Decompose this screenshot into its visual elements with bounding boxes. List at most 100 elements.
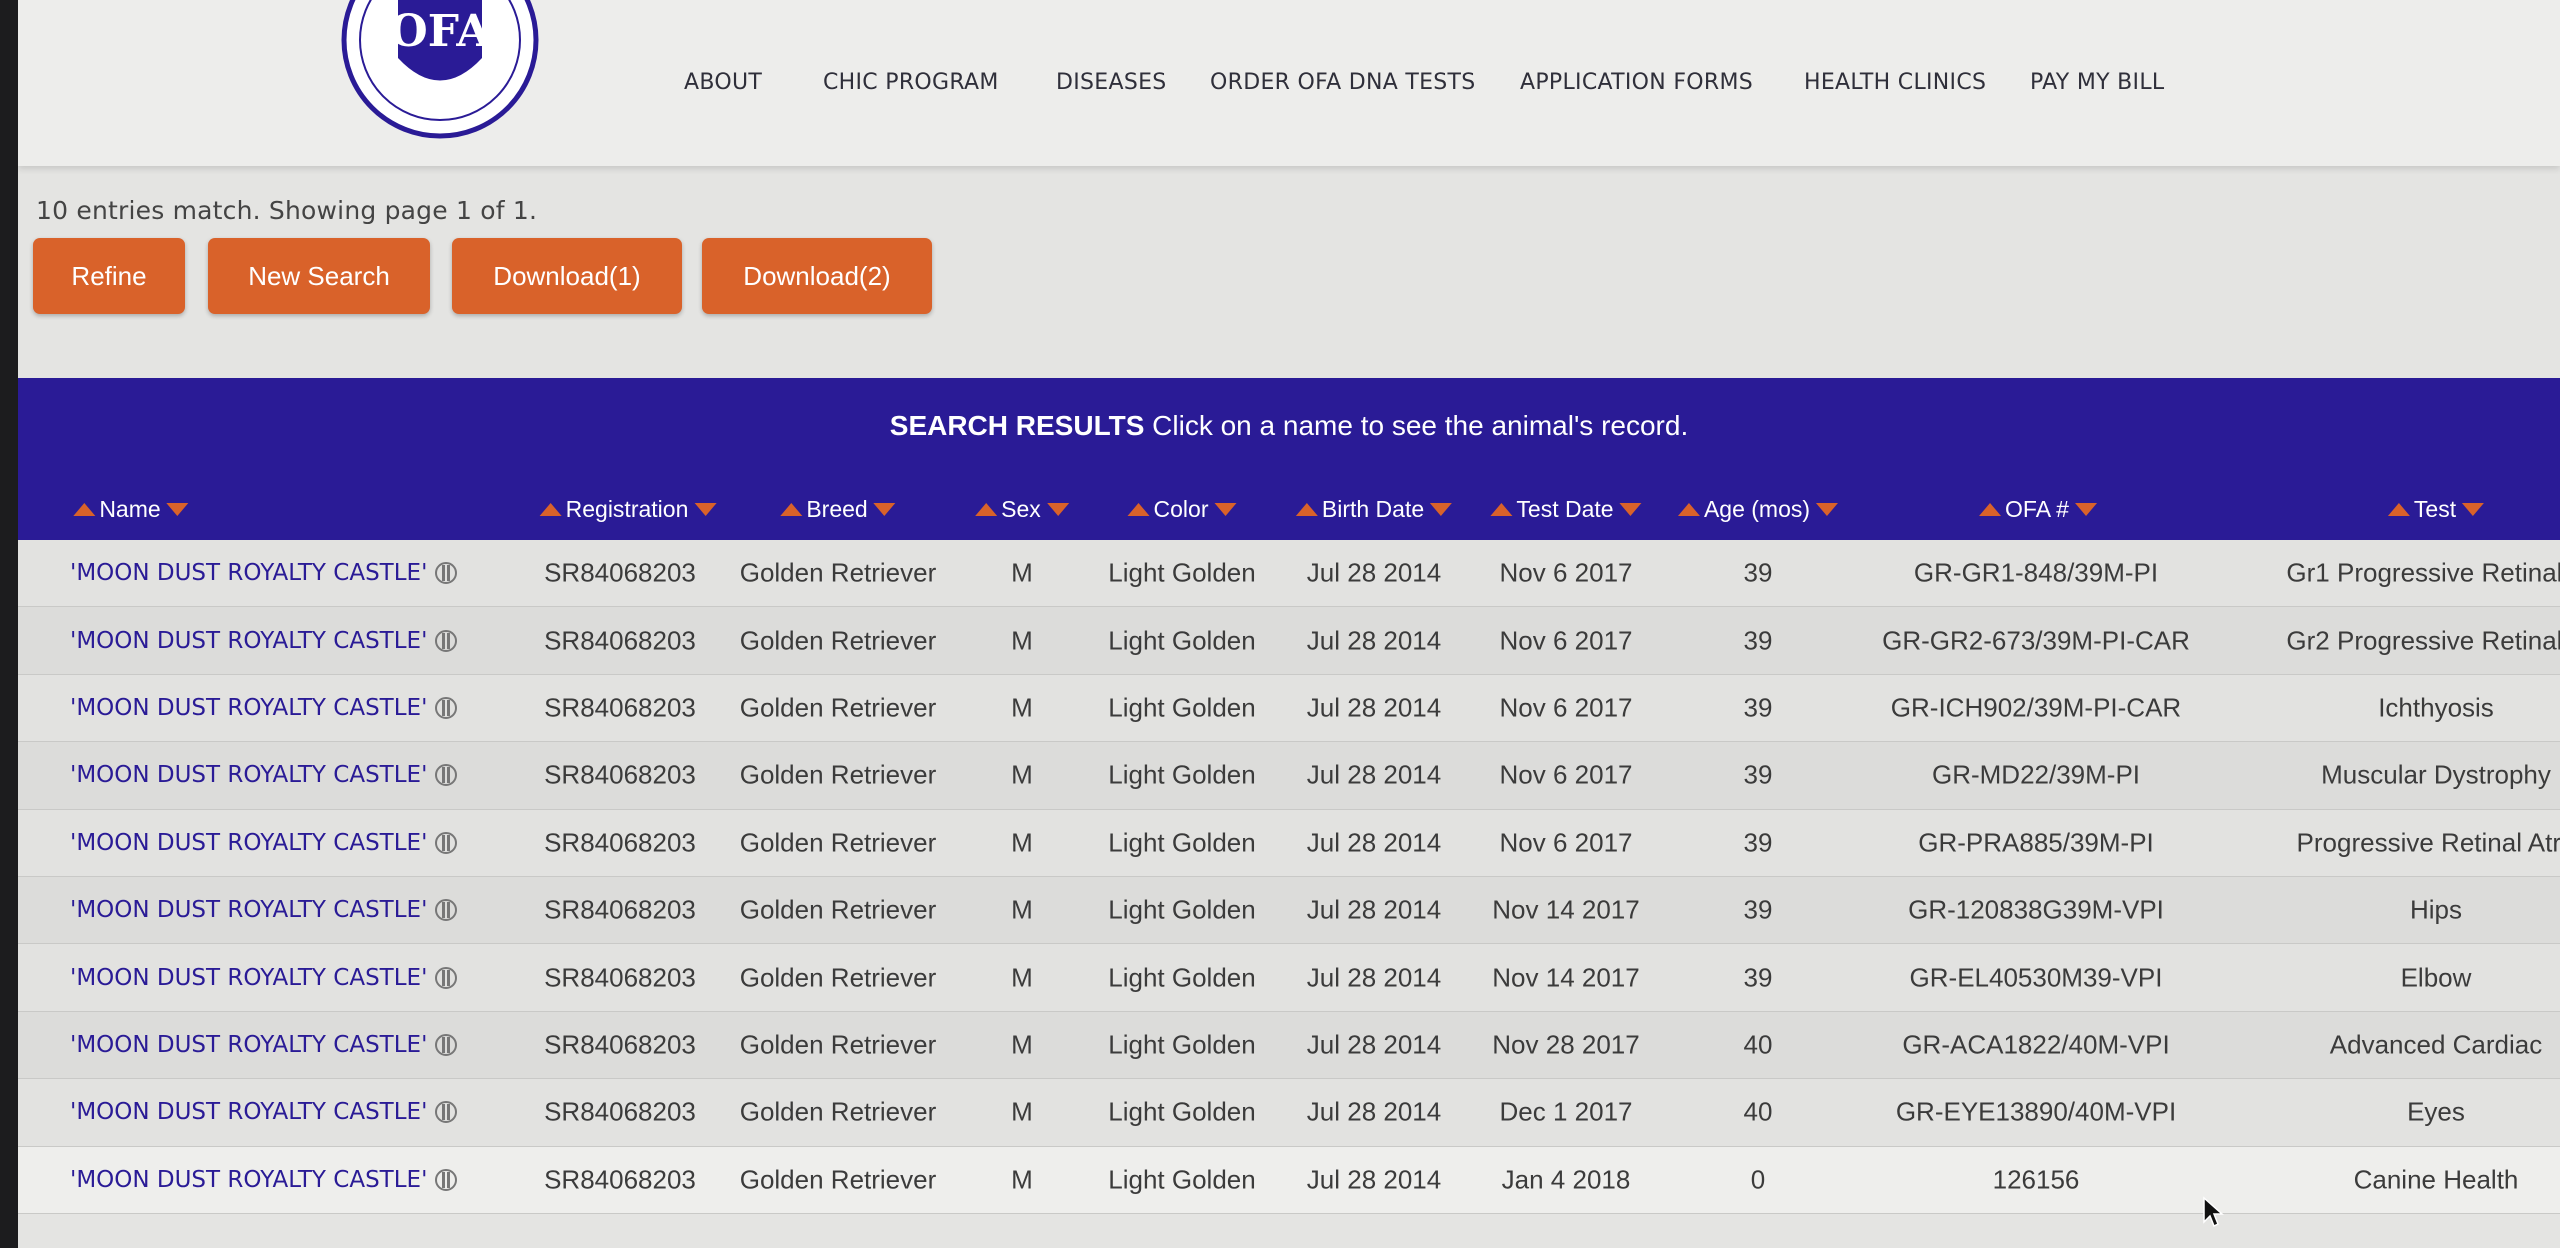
animal-name-text[interactable]: 'MOON DUST ROYALTY CASTLE' xyxy=(70,1099,427,1125)
cell-test: Gr2 Progressive Retinal A xyxy=(2286,625,2560,656)
nav-pay-my-bill[interactable]: PAY MY BILL xyxy=(2030,70,2164,95)
col-header-registration: Registration xyxy=(539,496,717,523)
cell-sex: M xyxy=(1011,962,1033,993)
col-label: Birth Date xyxy=(1321,496,1425,522)
chic-icon xyxy=(435,696,458,719)
cell-birth: Jul 28 2014 xyxy=(1306,759,1442,790)
table-row: 'MOON DUST ROYALTY CASTLE' SR84068203 Gold… xyxy=(18,540,2560,608)
cell-registration: SR84068203 xyxy=(544,1164,696,1195)
cell-ofa: GR-EL40530M39-VPI xyxy=(1909,962,2163,993)
cell-color: Light Golden xyxy=(1108,625,1256,656)
animal-name-link[interactable]: 'MOON DUST ROYALTY CASTLE' xyxy=(70,1032,459,1058)
chic-icon xyxy=(435,1033,458,1056)
cell-test: Gr1 Progressive Retinal A xyxy=(2286,557,2560,588)
animal-name-text[interactable]: 'MOON DUST ROYALTY CASTLE' xyxy=(70,830,427,856)
cell-breed: Golden Retriever xyxy=(739,625,937,656)
animal-name-link[interactable]: 'MOON DUST ROYALTY CASTLE' xyxy=(70,560,459,586)
sort-desc-icon[interactable] xyxy=(873,503,896,516)
sort-asc-icon[interactable] xyxy=(1677,503,1700,516)
new-search-button[interactable]: New Search xyxy=(208,238,430,314)
col-label: Registration xyxy=(565,496,689,522)
animal-name-link[interactable]: 'MOON DUST ROYALTY CASTLE' xyxy=(70,897,459,923)
animal-name-link[interactable]: 'MOON DUST ROYALTY CASTLE' xyxy=(70,965,459,991)
cell-test-date: Nov 28 2017 xyxy=(1492,1029,1640,1060)
cell-birth: Jul 28 2014 xyxy=(1306,557,1442,588)
cell-birth: Jul 28 2014 xyxy=(1306,962,1442,993)
nav-health-clinics[interactable]: HEALTH CLINICS xyxy=(1804,70,1986,95)
cell-breed: Golden Retriever xyxy=(739,1164,937,1195)
animal-name-link[interactable]: 'MOON DUST ROYALTY CASTLE' xyxy=(70,762,459,788)
sort-asc-icon[interactable] xyxy=(1127,503,1150,516)
sort-asc-icon[interactable] xyxy=(1490,503,1513,516)
animal-name-text[interactable]: 'MOON DUST ROYALTY CASTLE' xyxy=(70,897,427,923)
nav-diseases[interactable]: DISEASES xyxy=(1056,70,1167,95)
animal-name-link[interactable]: 'MOON DUST ROYALTY CASTLE' xyxy=(70,1099,459,1125)
chic-icon xyxy=(435,831,458,854)
sort-desc-icon[interactable] xyxy=(166,503,189,516)
chic-icon xyxy=(435,764,458,787)
sort-asc-icon[interactable] xyxy=(73,503,96,516)
download-2-button[interactable]: Download(2) xyxy=(702,238,932,314)
animal-name-text[interactable]: 'MOON DUST ROYALTY CASTLE' xyxy=(70,1167,427,1193)
animal-name-text[interactable]: 'MOON DUST ROYALTY CASTLE' xyxy=(70,628,427,654)
cell-age: 39 xyxy=(1743,962,1773,993)
cell-breed: Golden Retriever xyxy=(739,692,937,723)
refine-button[interactable]: Refine xyxy=(33,238,185,314)
animal-name-text[interactable]: 'MOON DUST ROYALTY CASTLE' xyxy=(70,695,427,721)
sort-desc-icon[interactable] xyxy=(2462,503,2485,516)
chic-icon xyxy=(435,629,458,652)
animal-name-link[interactable]: 'MOON DUST ROYALTY CASTLE' xyxy=(70,628,459,654)
sort-desc-icon[interactable] xyxy=(1816,503,1839,516)
nav-order-dna-tests[interactable]: ORDER OFA DNA TESTS xyxy=(1210,70,1476,95)
cell-age: 39 xyxy=(1743,827,1773,858)
chic-icon xyxy=(435,966,458,989)
sort-desc-icon[interactable] xyxy=(694,503,717,516)
sort-desc-icon[interactable] xyxy=(2074,503,2097,516)
sort-desc-icon[interactable] xyxy=(1214,503,1237,516)
cell-birth: Jul 28 2014 xyxy=(1306,894,1442,925)
cell-age: 40 xyxy=(1743,1029,1773,1060)
animal-name-text[interactable]: 'MOON DUST ROYALTY CASTLE' xyxy=(70,762,427,788)
sort-asc-icon[interactable] xyxy=(1295,503,1318,516)
sort-asc-icon[interactable] xyxy=(2387,503,2410,516)
sort-asc-icon[interactable] xyxy=(539,503,562,516)
cursor-icon xyxy=(2203,1196,2224,1228)
cell-color: Light Golden xyxy=(1108,1096,1256,1127)
animal-name-text[interactable]: 'MOON DUST ROYALTY CASTLE' xyxy=(70,1032,427,1058)
cell-test: Canine Health xyxy=(2353,1164,2519,1195)
cell-color: Light Golden xyxy=(1108,1029,1256,1060)
download-1-button[interactable]: Download(1) xyxy=(452,238,682,314)
animal-name-text[interactable]: 'MOON DUST ROYALTY CASTLE' xyxy=(70,560,427,586)
cell-test: Advanced Cardiac xyxy=(2329,1029,2543,1060)
cell-test-date: Nov 6 2017 xyxy=(1499,625,1633,656)
cell-ofa: GR-MD22/39M-PI xyxy=(1931,759,2141,790)
cell-birth: Jul 28 2014 xyxy=(1306,625,1442,656)
nav-chic-program[interactable]: CHIC PROGRAM xyxy=(823,70,999,95)
sort-asc-icon[interactable] xyxy=(1979,503,2002,516)
col-label: Age (mos) xyxy=(1703,496,1811,522)
sort-asc-icon[interactable] xyxy=(975,503,998,516)
cell-test: Elbow xyxy=(2400,962,2472,993)
sort-desc-icon[interactable] xyxy=(1619,503,1642,516)
cell-ofa: GR-GR2-673/39M-PI-CAR xyxy=(1882,625,2190,656)
cell-breed: Golden Retriever xyxy=(739,759,937,790)
cell-registration: SR84068203 xyxy=(544,962,696,993)
sort-asc-icon[interactable] xyxy=(780,503,803,516)
animal-name-link[interactable]: 'MOON DUST ROYALTY CASTLE' xyxy=(70,830,459,856)
cell-test-date: Nov 6 2017 xyxy=(1499,827,1633,858)
cell-color: Light Golden xyxy=(1108,759,1256,790)
animal-name-link[interactable]: 'MOON DUST ROYALTY CASTLE' xyxy=(70,1167,459,1193)
sort-desc-icon[interactable] xyxy=(1046,503,1069,516)
nav-application-forms[interactable]: APPLICATION FORMS xyxy=(1520,70,1753,95)
sort-desc-icon[interactable] xyxy=(1430,503,1453,516)
animal-name-link[interactable]: 'MOON DUST ROYALTY CASTLE' xyxy=(70,695,459,721)
cell-age: 40 xyxy=(1743,1096,1773,1127)
nav-about[interactable]: ABOUT xyxy=(684,70,762,95)
chic-icon xyxy=(435,1101,458,1124)
cell-registration: SR84068203 xyxy=(544,1096,696,1127)
animal-name-text[interactable]: 'MOON DUST ROYALTY CASTLE' xyxy=(70,965,427,991)
cell-breed: Golden Retriever xyxy=(739,1096,937,1127)
cell-birth: Jul 28 2014 xyxy=(1306,1164,1442,1195)
cell-color: Light Golden xyxy=(1108,692,1256,723)
cell-sex: M xyxy=(1011,692,1033,723)
